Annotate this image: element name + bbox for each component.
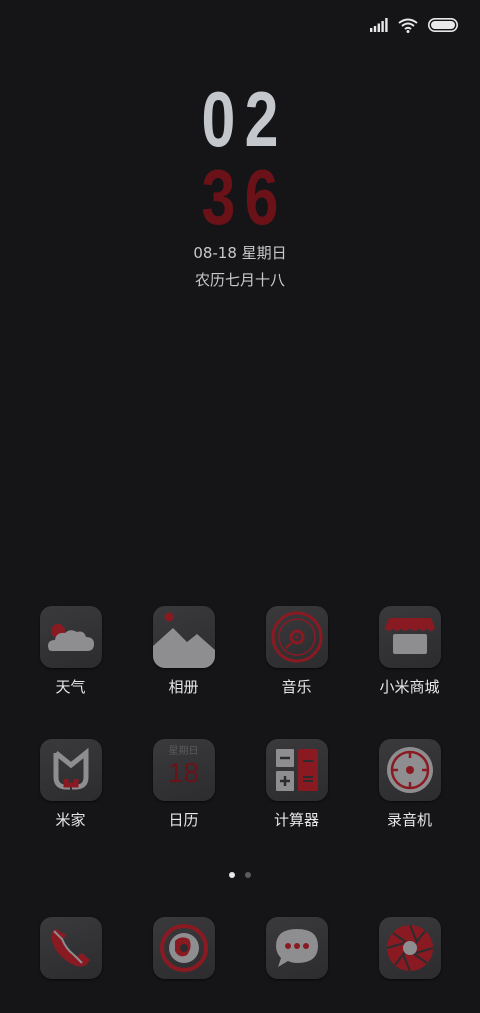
signal-icon — [370, 18, 388, 32]
wifi-icon — [398, 18, 418, 33]
calendar-day: 18 — [167, 757, 200, 788]
dock-phone[interactable] — [14, 917, 127, 979]
weather-cloud-icon[interactable] — [39, 606, 102, 668]
dock-camera[interactable] — [353, 917, 466, 979]
clock-hours: 02 — [201, 75, 288, 163]
app-music[interactable]: 音乐 — [240, 606, 353, 697]
app-label: 小米商城 — [379, 678, 440, 696]
app-label: 日历 — [168, 811, 199, 829]
phone-icon[interactable] — [39, 917, 102, 979]
dock — [14, 917, 466, 979]
music-disc-icon[interactable] — [265, 606, 328, 668]
lockscreen-clock: 02 36 08-18 星期日 农历七月十八 — [0, 80, 480, 290]
calculator-icon[interactable] — [265, 739, 328, 801]
app-grid-row-1: 天气 相册 音乐 小米商城 — [14, 606, 466, 697]
app-label: 计算器 — [273, 811, 319, 829]
page-dot-1[interactable] — [229, 872, 235, 878]
store-awning-icon[interactable] — [378, 606, 441, 668]
app-calendar[interactable]: 星期日 18 日历 — [127, 739, 240, 830]
dock-browser[interactable] — [127, 917, 240, 979]
messages-icon[interactable] — [265, 917, 328, 979]
calendar-weekday: 星期日 — [168, 746, 199, 757]
mijia-logo-icon[interactable] — [39, 739, 102, 801]
battery-icon — [428, 18, 458, 32]
app-mi-store[interactable]: 小米商城 — [353, 606, 466, 697]
gallery-mountain-icon[interactable] — [152, 606, 215, 668]
camera-icon[interactable] — [378, 917, 441, 979]
calendar-icon[interactable]: 星期日 18 — [152, 739, 215, 801]
recorder-icon[interactable] — [378, 739, 441, 801]
app-recorder[interactable]: 录音机 — [353, 739, 466, 830]
status-bar — [370, 14, 458, 36]
app-weather[interactable]: 天气 — [14, 606, 127, 697]
app-label: 米家 — [55, 811, 86, 829]
dock-messages[interactable] — [240, 917, 353, 979]
browser-icon[interactable] — [152, 917, 215, 979]
app-gallery[interactable]: 相册 — [127, 606, 240, 697]
clock-minutes: 36 — [201, 153, 288, 241]
page-dot-2[interactable] — [245, 872, 251, 878]
app-label: 音乐 — [281, 678, 312, 696]
app-label: 录音机 — [386, 811, 432, 829]
app-grid-row-2: 米家 星期日 18 日历 计算器 录音机 — [14, 739, 466, 830]
page-indicator — [0, 872, 480, 878]
date-text: 08-18 星期日 — [193, 244, 287, 262]
app-label: 天气 — [55, 678, 86, 696]
app-label: 相册 — [168, 678, 199, 696]
app-calculator[interactable]: 计算器 — [240, 739, 353, 830]
lunar-date-text: 农历七月十八 — [194, 271, 285, 289]
app-mijia[interactable]: 米家 — [14, 739, 127, 830]
